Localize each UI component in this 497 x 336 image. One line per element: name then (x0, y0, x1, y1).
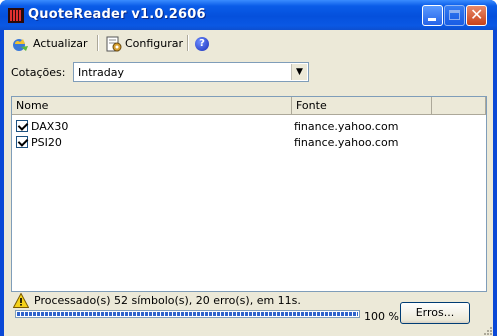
minimize-button[interactable] (422, 5, 443, 26)
row-checkbox[interactable] (16, 136, 28, 148)
row-checkbox[interactable] (16, 120, 28, 132)
toolbar-separator (187, 35, 189, 51)
title-bar[interactable]: QuoteReader v1.0.2606 ✕ (0, 0, 497, 30)
table-row[interactable]: DAX30 finance.yahoo.com (16, 118, 476, 134)
actualizar-label: Actualizar (33, 37, 88, 50)
quotes-selected-value: Intraday (78, 66, 125, 79)
maximize-icon (449, 10, 460, 20)
progress-fill (17, 312, 358, 316)
configurar-button[interactable]: Configurar (106, 34, 183, 53)
symbol-name: PSI20 (31, 136, 62, 149)
close-icon: ✕ (470, 5, 484, 24)
grid-header: Nome Fonte (12, 97, 486, 115)
dropdown-arrow-icon[interactable]: ▼ (291, 64, 307, 80)
column-header-fonte[interactable]: Fonte (292, 97, 432, 114)
client-area: Actualizar Configurar ? Cotações: Intrad… (4, 30, 493, 336)
toolbar: Actualizar Configurar ? (4, 30, 493, 57)
column-header-nome[interactable]: Nome (12, 97, 292, 114)
progress-percent: 100 % (364, 310, 399, 323)
toolbar-separator (97, 35, 99, 51)
refresh-icon (13, 38, 28, 51)
errors-button[interactable]: Erros... (400, 302, 470, 324)
warning-icon (13, 293, 29, 308)
app-window: QuoteReader v1.0.2606 ✕ Actualizar Confi… (0, 0, 497, 336)
help-icon: ? (195, 36, 209, 51)
window-title: QuoteReader v1.0.2606 (28, 7, 206, 22)
configurar-label: Configurar (125, 37, 184, 50)
close-button[interactable]: ✕ (466, 5, 487, 26)
resize-grip-icon[interactable] (481, 324, 493, 336)
progress-bar (15, 310, 360, 318)
quotes-select[interactable]: Intraday ▼ (73, 62, 309, 82)
symbol-source: finance.yahoo.com (294, 136, 399, 149)
quotes-label: Cotações: (11, 66, 66, 79)
symbol-name: DAX30 (31, 120, 69, 133)
symbol-source: finance.yahoo.com (294, 120, 399, 133)
settings-document-icon (106, 36, 122, 51)
maximize-button[interactable] (444, 5, 465, 26)
app-icon (8, 8, 24, 23)
table-row[interactable]: PSI20 finance.yahoo.com (16, 134, 476, 150)
actualizar-button[interactable]: Actualizar (12, 34, 88, 53)
column-header-empty[interactable] (432, 97, 486, 114)
minimize-icon (428, 18, 436, 21)
status-message: Processado(s) 52 símbolo(s), 20 erro(s),… (34, 294, 301, 307)
symbols-grid: Nome Fonte DAX30 finance.yahoo.com PSI20… (11, 96, 487, 292)
help-button[interactable]: ? (195, 34, 209, 53)
